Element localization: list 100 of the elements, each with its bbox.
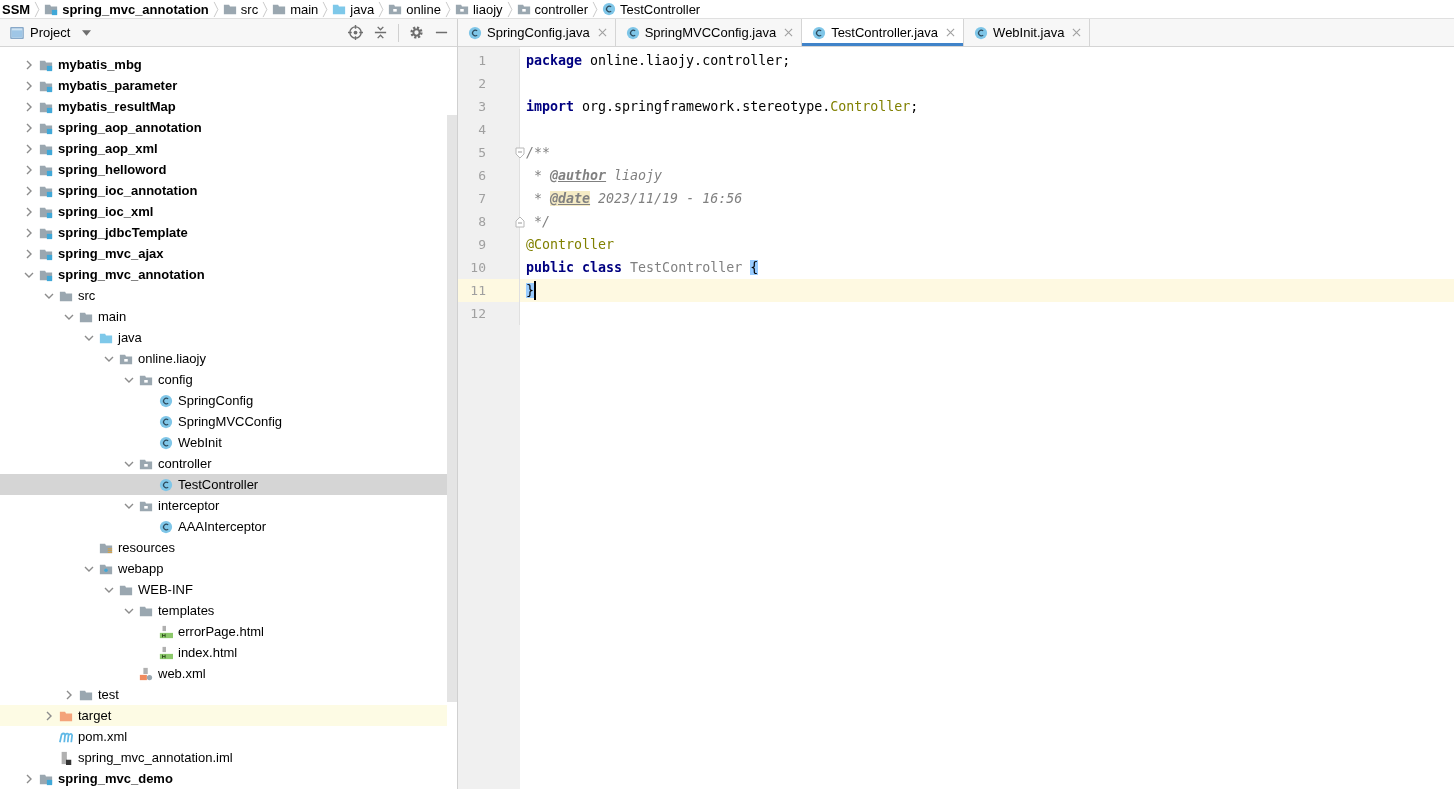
tree-item[interactable]: interceptor	[0, 495, 447, 516]
chevron-right-icon[interactable]	[24, 101, 34, 112]
class-icon	[812, 25, 827, 40]
close-icon[interactable]	[946, 28, 956, 37]
code-text: ;	[910, 99, 919, 114]
chevron-right-icon[interactable]	[24, 773, 34, 784]
tree-item[interactable]: spring_mvc_annotation.iml	[0, 747, 447, 768]
chevron-right-icon[interactable]	[24, 80, 34, 91]
close-icon[interactable]	[1072, 28, 1082, 37]
tree-item[interactable]: spring_ioc_annotation	[0, 180, 447, 201]
breadcrumb-item[interactable]: java	[332, 1, 375, 17]
chevron-icon	[34, 0, 41, 18]
chevron-right-icon[interactable]	[24, 122, 34, 133]
chevron-right-icon[interactable]	[24, 143, 34, 154]
tree-item[interactable]: config	[0, 369, 447, 390]
breadcrumb-item[interactable]: TestController	[602, 1, 701, 17]
tree-item[interactable]: spring_aop_annotation	[0, 117, 447, 138]
chevron-right-icon[interactable]	[44, 710, 54, 721]
tree-item[interactable]: errorPage.html	[0, 621, 447, 642]
keyword: package	[526, 53, 583, 68]
annotation: @Controller	[526, 237, 615, 252]
chevron-right-icon[interactable]	[24, 227, 34, 238]
line-number: 8	[477, 214, 486, 229]
tree-item[interactable]: spring_ioc_xml	[0, 201, 447, 222]
chevron-right-icon[interactable]	[24, 206, 34, 217]
line-number: 12	[469, 306, 486, 321]
class-icon	[602, 2, 616, 16]
breadcrumb-item[interactable]: spring_mvc_annotation	[44, 1, 209, 17]
fold-icon[interactable]	[515, 215, 525, 228]
line-number: 11	[469, 283, 486, 298]
brace: }	[526, 283, 534, 298]
tree-item[interactable]: mybatis_mbg	[0, 54, 447, 75]
tree-item[interactable]: SpringConfig	[0, 390, 447, 411]
keyword: import	[526, 99, 575, 114]
close-icon[interactable]	[784, 28, 794, 37]
line-number: 9	[477, 237, 486, 252]
chevron-icon	[378, 0, 385, 18]
tree-item[interactable]: WEB-INF	[0, 579, 447, 600]
tree-item[interactable]: pom.xml	[0, 726, 447, 747]
tree-item[interactable]: templates	[0, 600, 447, 621]
tree-item[interactable]: webapp	[0, 558, 447, 579]
tree-item[interactable]: main	[0, 306, 447, 327]
line-number: 7	[477, 191, 486, 206]
chevron-right-icon[interactable]	[24, 59, 34, 70]
tree-item[interactable]: spring_jdbcTemplate	[0, 222, 447, 243]
editor-tab[interactable]: TestController.java	[802, 19, 965, 46]
tree-item[interactable]: target	[0, 705, 447, 726]
close-icon[interactable]	[597, 28, 607, 37]
project-view-dropdown[interactable]: Project	[0, 25, 102, 40]
folder-icon	[272, 2, 287, 16]
tree-item[interactable]: spring_mvc_annotation	[0, 264, 447, 285]
fold-icon[interactable]	[515, 146, 525, 159]
breadcrumb-item[interactable]: liaojy	[454, 1, 503, 17]
settings-icon[interactable]	[409, 25, 424, 40]
tree-item[interactable]: AAAInterceptor	[0, 516, 447, 537]
tree-item[interactable]: java	[0, 327, 447, 348]
tree-item[interactable]: index.html	[0, 642, 447, 663]
line-number: 1	[477, 53, 486, 68]
chevron-right-icon[interactable]	[24, 164, 34, 175]
tree-item[interactable]: online.liaojy	[0, 348, 447, 369]
tree-item[interactable]: SpringMVCConfig	[0, 411, 447, 432]
tree-item[interactable]: controller	[0, 453, 447, 474]
tree-item[interactable]: spring_mvc_demo	[0, 768, 447, 789]
breadcrumb-item[interactable]: online	[388, 1, 441, 17]
chevron-icon	[592, 0, 598, 18]
tree-item[interactable]: mybatis_resultMap	[0, 96, 447, 117]
folder-icon	[222, 2, 237, 16]
scrollbar[interactable]	[447, 115, 457, 702]
html-file-icon	[159, 624, 173, 639]
keyword: public	[526, 260, 575, 275]
comment: liaojy	[613, 168, 663, 183]
tree-item[interactable]: test	[0, 684, 447, 705]
code-text: org.springframework.stereotype.	[581, 99, 831, 114]
tree-item[interactable]: mybatis_parameter	[0, 75, 447, 96]
comment: /**	[526, 145, 551, 160]
locate-icon[interactable]	[348, 25, 363, 40]
class-icon	[159, 477, 173, 492]
module-folder-icon	[44, 2, 59, 16]
class-icon	[974, 25, 989, 40]
chevron-right-icon[interactable]	[64, 689, 74, 700]
doc-tag: @author	[550, 168, 607, 183]
chevron-right-icon[interactable]	[24, 185, 34, 196]
tree-item[interactable]: spring_mvc_ajax	[0, 243, 447, 264]
tree-item[interactable]: spring_aop_xml	[0, 138, 447, 159]
chevron-right-icon[interactable]	[24, 248, 34, 259]
tree-item[interactable]: resources	[0, 537, 447, 558]
tree-item[interactable]: TestController	[0, 474, 447, 495]
tree-item[interactable]: WebInit	[0, 432, 447, 453]
tree-item[interactable]: src	[0, 285, 447, 306]
tree-item[interactable]: spring_helloword	[0, 159, 447, 180]
breadcrumb-item[interactable]: controller	[516, 1, 588, 17]
folder-icon	[332, 2, 347, 16]
window-icon	[10, 25, 24, 40]
breadcrumb-item[interactable]: SSM	[2, 1, 31, 17]
breadcrumb-item[interactable]: main	[272, 1, 319, 17]
breadcrumb-item[interactable]: src	[222, 1, 259, 17]
collapse-icon[interactable]	[373, 25, 388, 40]
tree-item[interactable]: web.xml	[0, 663, 447, 684]
chevron-icon	[212, 0, 219, 18]
xml-file-icon	[139, 666, 153, 681]
